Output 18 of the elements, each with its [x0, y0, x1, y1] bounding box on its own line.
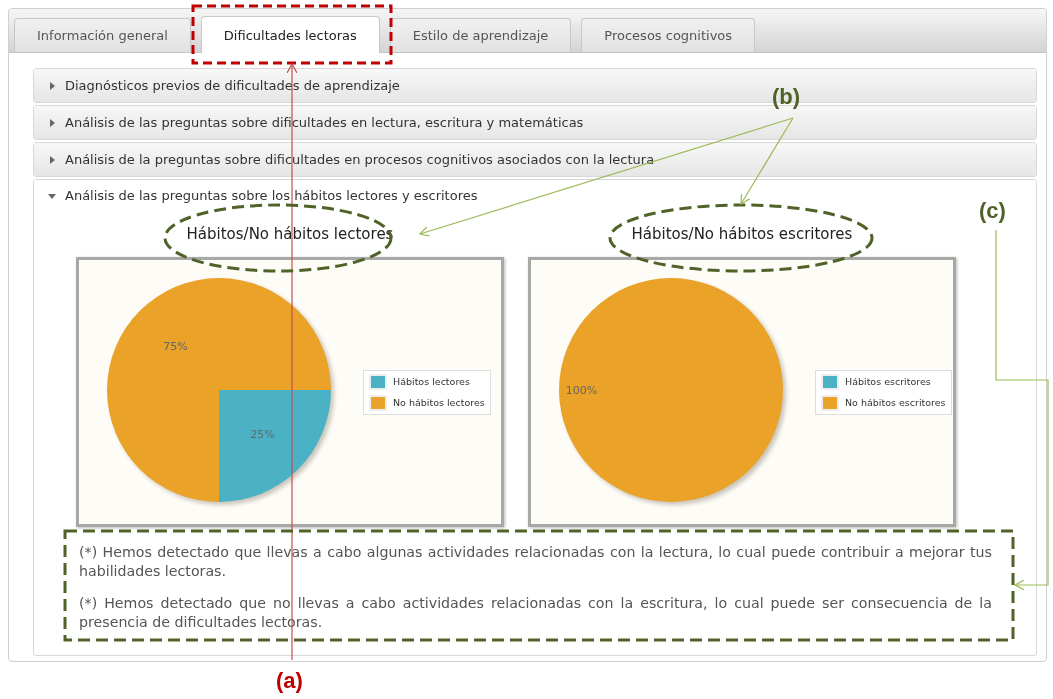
data-label: 25% [250, 427, 275, 441]
chart-title: Hábitos/No hábitos escritores [631, 225, 853, 243]
tab[interactable]: Estilo de aprendizaje [389, 18, 572, 52]
accordion-header[interactable]: Análisis de la preguntas sobre dificultades en procesos cognitivos asociados con la lectura [34, 143, 1036, 176]
caret-right-icon [48, 81, 56, 90]
annotation-label: (a) [276, 668, 303, 694]
tab[interactable]: Procesos cognitivos [581, 18, 756, 52]
tab[interactable]: Dificultades lectoras [200, 16, 380, 53]
legend-label: No hábitos lectores [393, 397, 485, 408]
caret-right-icon [48, 155, 56, 164]
data-label: 100% [565, 384, 598, 397]
caret-right-icon [48, 118, 56, 127]
legend-label: Hábitos lectores [393, 376, 470, 387]
legend-label: No hábitos escritores [845, 397, 946, 408]
caret-down-icon [48, 191, 56, 200]
data-label: 75% [163, 340, 188, 354]
legend-label: Hábitos escritores [845, 376, 931, 387]
tab[interactable]: Información general [14, 18, 191, 52]
